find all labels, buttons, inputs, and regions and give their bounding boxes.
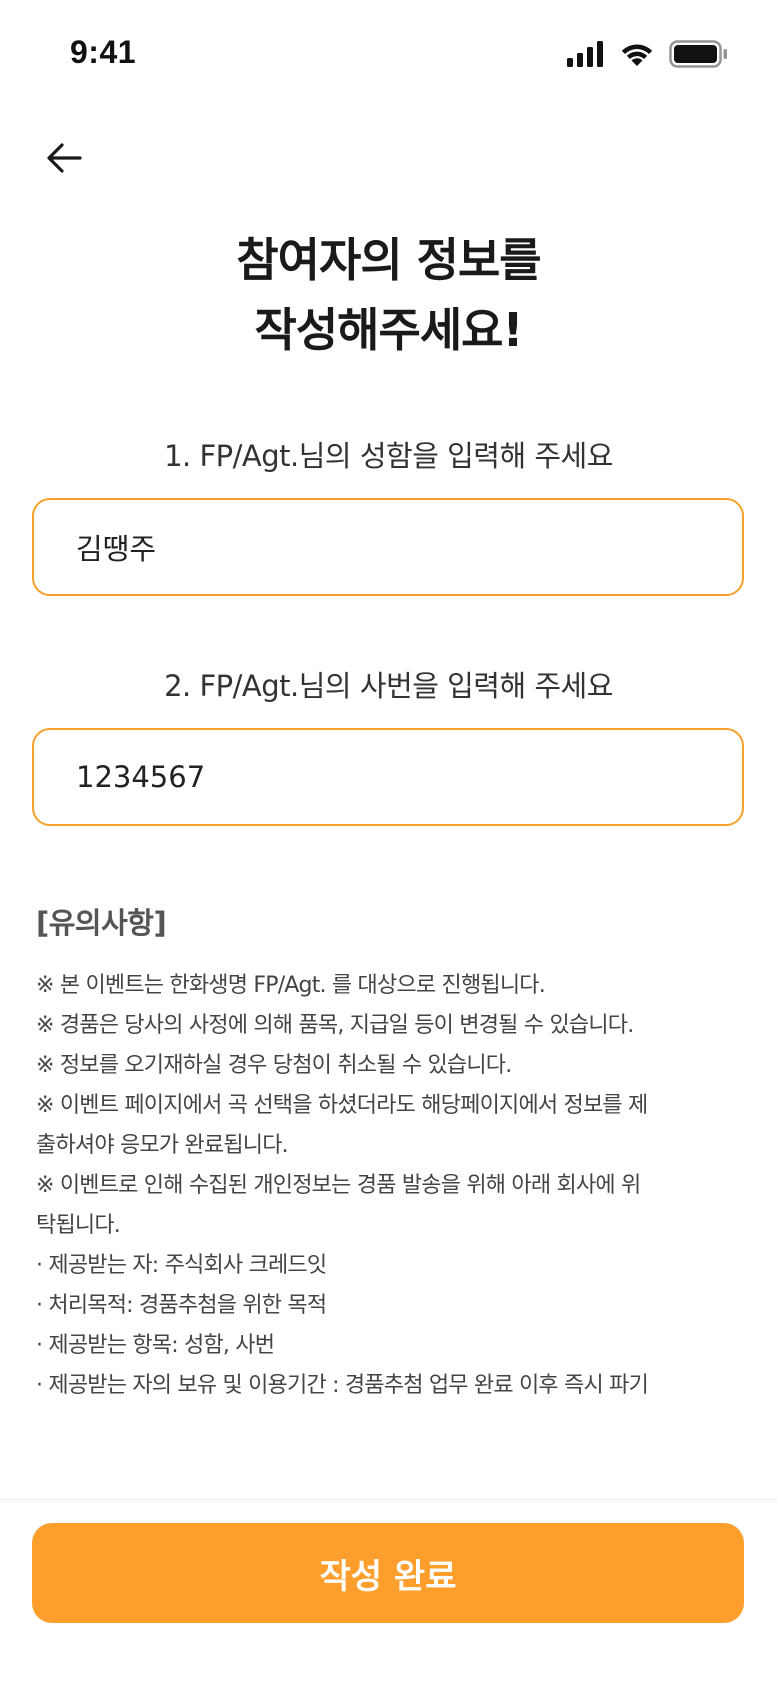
notice-list: ※ 본 이벤트는 한화생명 FP/Agt. 를 대상으로 진행됩니다. ※ 경품… <box>36 966 746 1406</box>
page-title: 참여자의 정보를 작성해주세요! <box>0 225 777 365</box>
back-button[interactable] <box>34 128 94 188</box>
status-time: 9:41 <box>70 34 137 70</box>
status-icons <box>567 40 729 68</box>
notice-item: · 제공받는 자: 주식회사 크레드잇 <box>36 1253 327 1278</box>
notice-item: ※ 이벤트 페이지에서 곡 선택을 하셨더라도 해당페이지에서 정보를 제 <box>36 1093 648 1118</box>
notice-item: · 제공받는 항목: 성함, 사번 <box>36 1333 275 1358</box>
notice-item: ※ 정보를 오기재하실 경우 당첨이 취소될 수 있습니다. <box>36 1053 512 1078</box>
page-title-line2: 작성해주세요! <box>254 303 524 357</box>
name-field-label: 1. FP/Agt.님의 성함을 입력해 주세요 <box>164 439 613 473</box>
notice-item: 탁됩니다. <box>36 1213 121 1238</box>
notice-item: ※ 경품은 당사의 사정에 의해 품목, 지급일 등이 변경될 수 있습니다. <box>36 1013 634 1038</box>
arrow-left-icon <box>47 143 82 173</box>
notice-item: ※ 본 이벤트는 한화생명 FP/Agt. 를 대상으로 진행됩니다. <box>36 973 546 998</box>
notice-item: 출하셔야 응모가 완료됩니다. <box>36 1133 289 1158</box>
page-title-line1: 참여자의 정보를 <box>236 233 541 287</box>
footer-divider <box>0 1498 777 1504</box>
submit-button[interactable]: 작성 완료 <box>32 1523 744 1623</box>
employee-id-input[interactable] <box>32 728 744 826</box>
notice-title: [유의사항] <box>36 906 167 940</box>
notice-item: ※ 이벤트로 인해 수집된 개인정보는 경품 발송을 위해 아래 회사에 위 <box>36 1173 641 1198</box>
battery-icon <box>669 40 727 68</box>
name-input[interactable] <box>32 498 744 596</box>
notice-item: · 처리목적: 경품추첨을 위한 목적 <box>36 1293 327 1318</box>
employee-id-field-label: 2. FP/Agt.님의 사번을 입력해 주세요 <box>164 669 613 703</box>
participant-info-screen: 9:41 참여자의 정보를 작성해주세요! 1. FP/Agt.님의 성함을 입… <box>0 0 777 1686</box>
status-bar: 9:41 <box>0 0 777 110</box>
notice-item: · 제공받는 자의 보유 및 이용기간 : 경품추첨 업무 완료 이후 즉시 파… <box>36 1373 649 1398</box>
wifi-icon <box>621 44 653 66</box>
cellular-signal-icon <box>567 41 603 67</box>
